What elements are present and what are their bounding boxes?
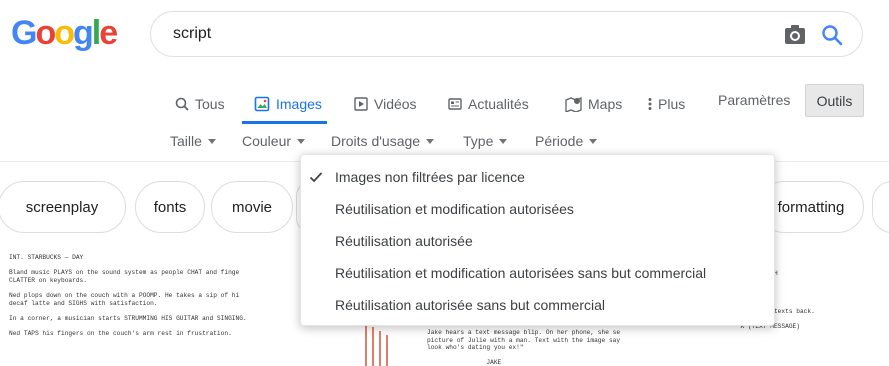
tab-maps[interactable]: Maps <box>565 92 622 116</box>
logo-letter: e <box>99 14 118 52</box>
active-tab-indicator <box>242 121 327 124</box>
tab-label: Plus <box>658 96 686 112</box>
news-icon <box>448 98 462 110</box>
thumbnail-text: INT. STARBUCKS — DAY Bland music PLAYS o… <box>9 254 247 337</box>
menu-item-label: Réutilisation autorisée <box>335 233 473 249</box>
filter-period[interactable]: Période <box>535 133 598 149</box>
redline-marks <box>365 323 388 366</box>
search-icon <box>175 97 189 111</box>
play-icon <box>354 97 368 111</box>
tab-all[interactable]: Tous <box>175 92 225 116</box>
checkmark-icon <box>309 172 323 183</box>
filter-label: Couleur <box>242 133 292 149</box>
caret-down-icon <box>207 138 216 144</box>
image-icon <box>254 96 270 112</box>
logo-letter: l <box>91 14 102 52</box>
tab-label: Actualités <box>468 96 529 112</box>
logo-letter: o <box>54 14 75 52</box>
map-pin-icon <box>565 97 582 112</box>
logo-letter: G <box>11 14 37 52</box>
menu-item-reuse[interactable]: Réutilisation autorisée <box>301 225 774 257</box>
tab-more[interactable]: Plus <box>648 92 685 116</box>
menu-item-label: Réutilisation autorisée sans but commerc… <box>335 297 606 313</box>
tab-label: Maps <box>588 96 623 112</box>
caret-down-icon <box>297 138 306 144</box>
tab-label: Vidéos <box>374 96 417 112</box>
search-icon[interactable] <box>820 23 844 47</box>
usage-rights-menu: Images non filtrées par licence Réutilis… <box>300 154 775 326</box>
caret-down-icon <box>426 138 435 144</box>
filter-usage-rights[interactable]: Droits d'usage <box>331 133 435 149</box>
menu-item-unfiltered[interactable]: Images non filtrées par licence <box>301 161 774 193</box>
search-box[interactable] <box>150 11 863 57</box>
menu-item-label: Réutilisation et modification autorisées… <box>335 265 707 281</box>
filter-label: Droits d'usage <box>331 133 421 149</box>
chip-screenplay[interactable]: screenplay <box>0 181 126 233</box>
tab-label: Tous <box>195 96 225 112</box>
tab-label: Images <box>276 96 322 112</box>
chip-partial[interactable] <box>872 181 889 233</box>
menu-item-label: Images non filtrées par licence <box>335 169 525 185</box>
tab-videos[interactable]: Vidéos <box>354 92 417 116</box>
tab-news[interactable]: Actualités <box>448 92 529 116</box>
more-vert-icon <box>648 98 652 110</box>
filter-label: Type <box>463 133 494 149</box>
tab-images[interactable]: Images <box>254 92 322 116</box>
google-logo[interactable]: Google <box>11 14 118 52</box>
logo-letter: o <box>35 14 56 52</box>
filter-type[interactable]: Type <box>463 133 508 149</box>
caret-down-icon <box>499 138 508 144</box>
camera-icon[interactable] <box>783 24 807 46</box>
menu-item-label: Réutilisation et modification autorisées <box>335 201 574 217</box>
menu-item-reuse-modify[interactable]: Réutilisation et modification autorisées <box>301 193 774 225</box>
caret-down-icon <box>589 138 598 144</box>
filter-color[interactable]: Couleur <box>242 133 306 149</box>
chip-fonts[interactable]: fonts <box>135 181 205 233</box>
search-input[interactable] <box>173 22 733 46</box>
image-result[interactable]: INT. STARBUCKS — DAY Bland music PLAYS o… <box>9 249 320 366</box>
menu-item-reuse-noncommercial[interactable]: Réutilisation autorisée sans but commerc… <box>301 289 774 321</box>
settings-link[interactable]: Paramètres <box>718 92 790 108</box>
filter-label: Taille <box>170 133 202 149</box>
filter-size[interactable]: Taille <box>170 133 216 149</box>
chip-movie[interactable]: movie <box>211 181 293 233</box>
tools-button[interactable]: Outils <box>805 84 864 117</box>
menu-item-reuse-modify-noncommercial[interactable]: Réutilisation et modification autorisées… <box>301 257 774 289</box>
filter-label: Période <box>535 133 584 149</box>
thumbnail-text: Jake hears a text message blip. On her p… <box>427 329 620 366</box>
logo-letter: g <box>73 14 94 52</box>
